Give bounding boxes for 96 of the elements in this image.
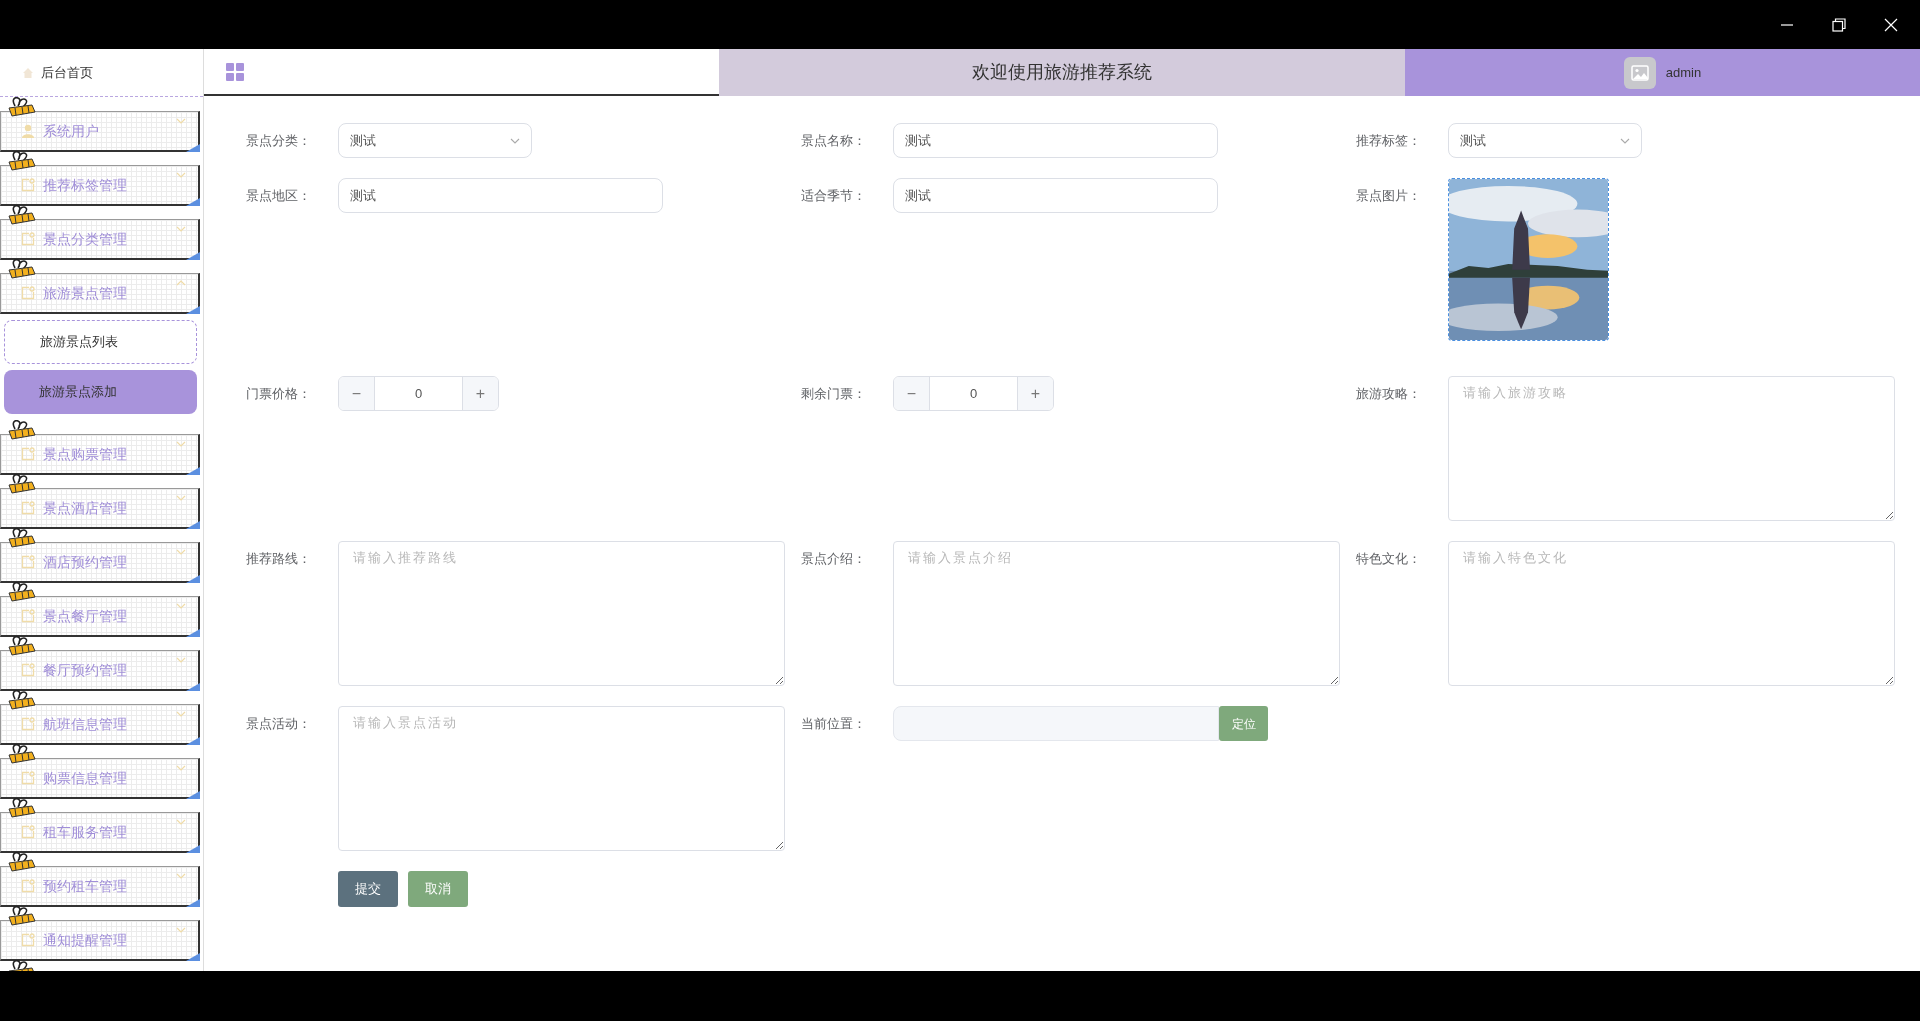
folded-corner-icon <box>186 953 200 961</box>
field-label: 景点活动： <box>246 714 311 733</box>
field-label: 剩余门票： <box>801 384 866 403</box>
sidebar-menu-item[interactable]: 餐厅预约管理 <box>0 650 200 691</box>
document-icon <box>21 663 35 677</box>
document-icon <box>21 933 35 947</box>
cancel-button[interactable]: 取消 <box>408 871 468 907</box>
folded-corner-icon <box>186 629 200 637</box>
document-icon <box>21 717 35 731</box>
sidebar-menu-item[interactable]: 景点分类管理 <box>0 219 200 260</box>
folded-corner-icon <box>186 467 200 475</box>
home-icon <box>22 66 34 79</box>
text-area[interactable]: 请输入特色文化 <box>1448 541 1895 686</box>
text-field[interactable]: 测试 <box>893 178 1218 213</box>
document-icon <box>21 825 35 839</box>
field-label: 景点图片： <box>1356 186 1421 205</box>
submenu-item[interactable]: 旅游景点添加 <box>4 370 197 414</box>
field-label: 景点分类： <box>246 131 311 150</box>
binder-clip-icon <box>6 420 36 440</box>
grid-menu-icon[interactable] <box>226 62 244 81</box>
submenu-item[interactable]: 旅游景点列表 <box>4 320 197 364</box>
field-label: 景点名称： <box>801 131 866 150</box>
binder-clip-icon <box>6 205 36 225</box>
field-label: 适合季节： <box>801 186 866 205</box>
field-label: 旅游攻略： <box>1356 384 1421 403</box>
binder-clip-icon <box>6 798 36 818</box>
binder-clip-icon <box>6 528 36 548</box>
binder-clip-icon <box>6 852 36 872</box>
sidebar-menu-item[interactable]: 推荐标签管理 <box>0 165 200 206</box>
binder-clip-icon <box>6 97 36 117</box>
system-title: 欢迎使用旅游推荐系统 <box>972 61 1152 84</box>
sidebar-menu-item[interactable]: 租车服务管理 <box>0 812 200 853</box>
restore-icon[interactable] <box>1832 17 1846 32</box>
sidebar-menu-item[interactable]: 景点餐厅管理 <box>0 596 200 637</box>
binder-clip-icon <box>6 582 36 602</box>
text-area[interactable]: 请输入景点活动 <box>338 706 785 851</box>
folded-corner-icon <box>186 306 200 314</box>
folded-corner-icon <box>186 845 200 853</box>
document-icon <box>21 286 35 300</box>
field-label: 门票价格： <box>246 384 311 403</box>
document-icon <box>21 501 35 515</box>
sidebar-menu-item[interactable]: 通知提醒管理 <box>0 920 200 961</box>
locate-button[interactable]: 定位 <box>1219 706 1268 741</box>
folded-corner-icon <box>186 737 200 745</box>
text-area[interactable]: 请输入旅游攻略 <box>1448 376 1895 521</box>
text-area[interactable]: 请输入景点介绍 <box>893 541 1340 686</box>
folded-corner-icon <box>186 521 200 529</box>
sidebar-menu-item[interactable]: 购票信息管理 <box>0 758 200 799</box>
folded-corner-icon <box>186 791 200 799</box>
avatar-image-icon[interactable] <box>1623 56 1656 89</box>
sidebar-menu-item[interactable]: 系统用户 <box>0 111 200 152</box>
field-label: 景点地区： <box>246 186 311 205</box>
binder-clip-icon <box>6 259 36 279</box>
binder-clip-icon <box>6 906 36 926</box>
document-icon <box>21 879 35 893</box>
binder-clip-icon <box>6 690 36 710</box>
field-label: 推荐路线： <box>246 549 311 568</box>
folded-corner-icon <box>186 899 200 907</box>
folded-corner-icon <box>186 575 200 583</box>
username[interactable]: admin <box>1665 62 1702 83</box>
document-icon <box>21 232 35 246</box>
text-field[interactable]: 测试 <box>893 123 1218 158</box>
binder-clip-icon <box>6 151 36 171</box>
text-field[interactable]: 测试 <box>338 178 663 213</box>
folded-corner-icon <box>186 198 200 206</box>
field-label: 当前位置： <box>801 714 866 733</box>
folded-corner-icon <box>186 252 200 260</box>
binder-clip-icon <box>6 636 36 656</box>
sidebar-menu-item[interactable]: 旅游景点管理 <box>0 273 200 314</box>
document-icon <box>21 447 35 461</box>
chevron-down-icon <box>510 137 520 144</box>
field-label: 推荐标签： <box>1356 131 1421 150</box>
user-icon <box>21 124 35 138</box>
document-icon <box>21 555 35 569</box>
home-menu-item[interactable]: 后台首页 <box>0 49 203 97</box>
field-label: 景点介绍： <box>801 549 866 568</box>
select-field[interactable]: 测试 <box>338 123 532 158</box>
sidebar-menu-item[interactable]: 景点购票管理 <box>0 434 200 475</box>
sidebar-menu-item[interactable]: 景点酒店管理 <box>0 488 200 529</box>
text-area[interactable]: 请输入推荐路线 <box>338 541 785 686</box>
close-icon[interactable] <box>1884 17 1898 32</box>
sidebar-menu-item[interactable]: 航班信息管理 <box>0 704 200 745</box>
folded-corner-icon <box>186 683 200 691</box>
location-field[interactable] <box>893 706 1219 741</box>
document-icon <box>21 609 35 623</box>
folded-corner-icon <box>186 144 200 152</box>
document-icon <box>21 771 35 785</box>
chevron-down-icon <box>1620 137 1630 144</box>
select-field[interactable]: 测试 <box>1448 123 1642 158</box>
field-label: 特色文化： <box>1356 549 1421 568</box>
sidebar-menu-item[interactable]: 预约租车管理 <box>0 866 200 907</box>
document-icon <box>21 178 35 192</box>
binder-clip-icon <box>6 474 36 494</box>
submit-button[interactable]: 提交 <box>338 871 398 907</box>
sidebar-menu-item[interactable]: 酒店预约管理 <box>0 542 200 583</box>
binder-clip-icon <box>6 744 36 764</box>
